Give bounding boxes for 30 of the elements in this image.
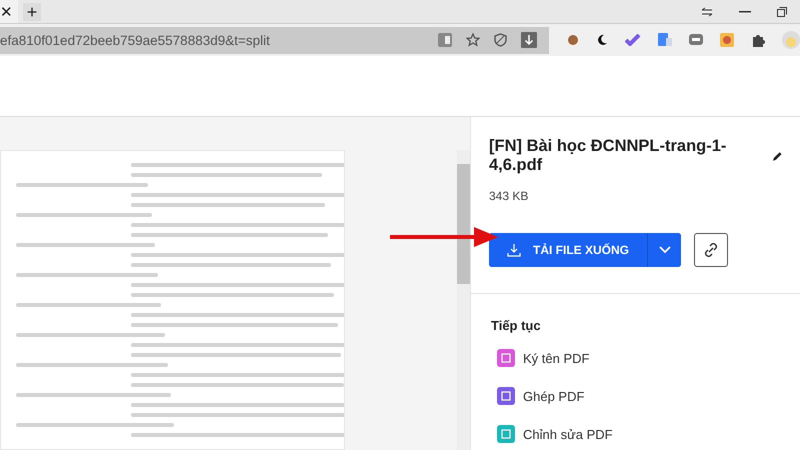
link-icon [702, 241, 720, 259]
tool-link[interactable]: Ký tên PDF [497, 349, 780, 367]
url-text: efa810f01ed72beeb759ae5578883d9&t=split [0, 32, 270, 48]
link-button[interactable] [694, 233, 728, 267]
tool-link[interactable]: Chỉnh sửa PDF [497, 425, 780, 443]
file-name: [FN] Bài học ĐCNNPL-trang-1-4,6.pdf [489, 137, 728, 175]
restore-icon[interactable] [777, 6, 787, 16]
file-size: 343 KB [489, 189, 530, 203]
close-tab-button[interactable]: ✕ [0, 2, 13, 20]
pencil-icon[interactable] [772, 150, 782, 162]
game-icon[interactable] [720, 33, 734, 47]
star-icon[interactable] [466, 33, 480, 47]
moon-icon[interactable] [596, 34, 608, 46]
address-bar[interactable]: efa810f01ed72beeb759ae5578883d9&t=split [0, 26, 549, 54]
minimize-icon[interactable] [739, 10, 751, 12]
shield-icon[interactable] [494, 33, 507, 47]
tool-link[interactable]: Ghép PDF [497, 387, 780, 405]
section-heading: Tiếp tục [491, 318, 542, 333]
dropdown-button[interactable] [647, 233, 681, 267]
scrollbar[interactable] [457, 150, 470, 450]
browser-tab[interactable]: ✕ [0, 0, 18, 23]
puzzle-icon[interactable] [751, 33, 765, 47]
checkmark-icon[interactable] [625, 34, 641, 46]
arrows-icon[interactable] [701, 6, 713, 16]
download-icon[interactable] [521, 32, 537, 48]
download-icon [507, 243, 521, 257]
cookie-icon[interactable] [567, 34, 579, 46]
chevron-icon [658, 246, 670, 254]
new-tab-button[interactable]: + [23, 2, 41, 20]
chat-icon[interactable] [689, 34, 703, 46]
